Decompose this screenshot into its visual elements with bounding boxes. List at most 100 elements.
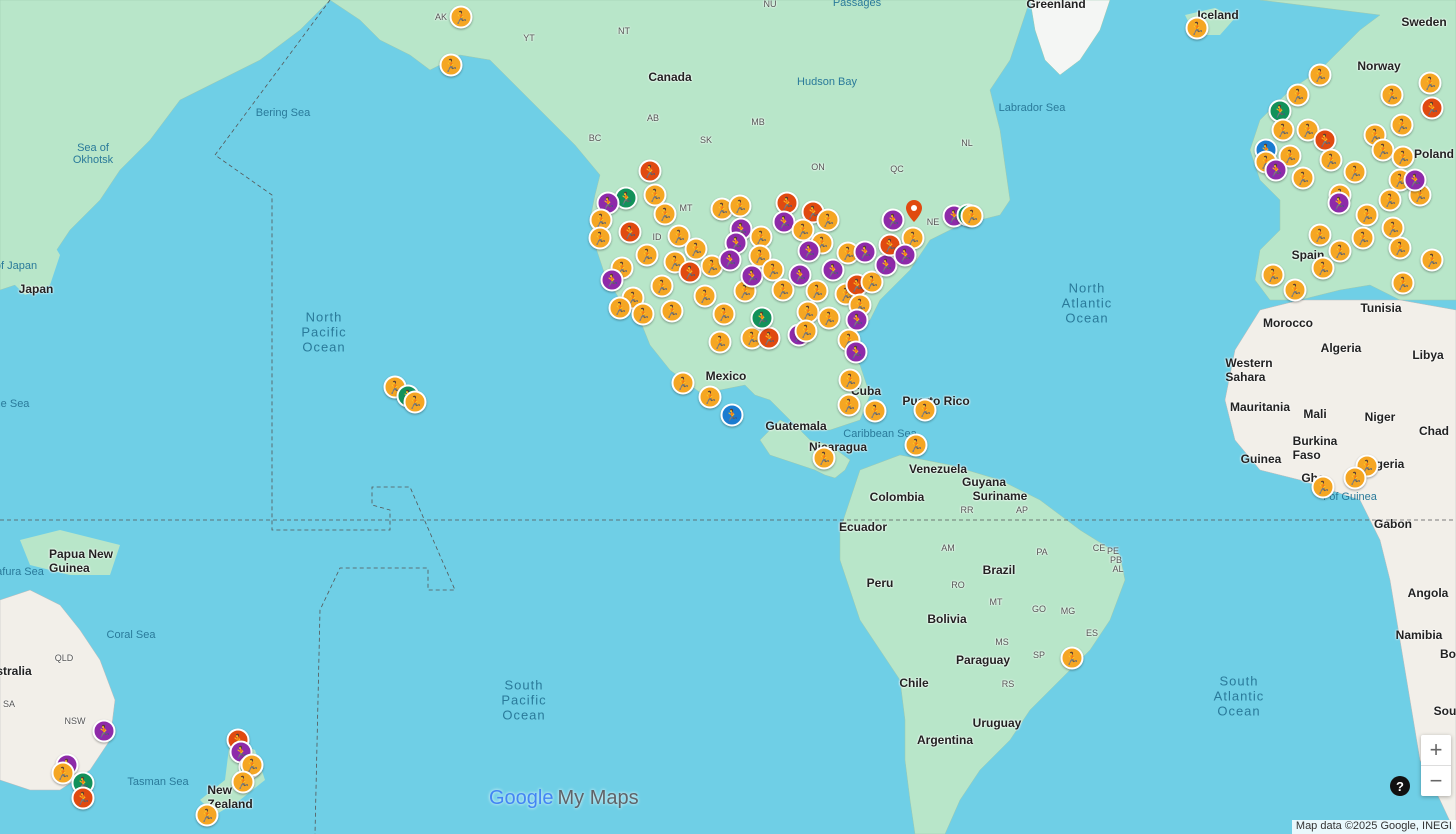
map-marker-purple-person-running-icon[interactable]: 🏃	[893, 243, 917, 267]
map-marker-purple-person-running-icon[interactable]: 🏃	[1327, 191, 1351, 215]
map-marker-purple-person-running-icon[interactable]: 🏃	[600, 268, 624, 292]
label-ne: NE	[926, 217, 940, 227]
label-chad: Chad	[1419, 424, 1449, 438]
label-north-pacific: North Pacific Ocean	[301, 309, 347, 355]
map-marker-orange-person-running-icon[interactable]: 🏃	[608, 296, 632, 320]
map-marker-orange-person-running-icon[interactable]: 🏃	[439, 53, 463, 77]
map-marker-purple-person-running-icon[interactable]: 🏃	[881, 208, 905, 232]
map-marker-orange-person-running-icon[interactable]: 🏃	[588, 226, 612, 250]
map-marker-orange-person-running-icon[interactable]: 🏃	[838, 368, 862, 392]
label-tasman-sea: Tasman Sea	[127, 776, 189, 788]
map-marker-orange-person-running-icon[interactable]: 🏃	[653, 202, 677, 226]
map-attribution[interactable]: Map data ©2025 Google, INEGI	[1291, 820, 1456, 834]
label-ab: AB	[646, 113, 660, 123]
map-marker-purple-person-running-icon[interactable]: 🏃	[92, 719, 116, 743]
label-hudson-bay: Hudson Bay	[797, 76, 857, 88]
map-marker-red-person-running-icon[interactable]: 🏃	[1420, 96, 1444, 120]
map-marker-orange-person-running-icon[interactable]: 🏃	[712, 302, 736, 326]
label-mt: MT	[679, 203, 693, 213]
label-rs: RS	[1001, 679, 1015, 689]
map-marker-purple-person-running-icon[interactable]: 🏃	[718, 248, 742, 272]
map-marker-orange-person-running-icon[interactable]: 🏃	[1343, 466, 1367, 490]
map-marker-orange-person-running-icon[interactable]: 🏃	[449, 5, 473, 29]
map-marker-orange-person-running-icon[interactable]: 🏃	[1420, 248, 1444, 272]
zoom-out-button[interactable]: −	[1421, 766, 1451, 796]
map-marker-orange-person-running-icon[interactable]: 🏃	[231, 770, 255, 794]
label-guinea: Guinea	[1240, 452, 1282, 466]
map-marker-orange-person-running-icon[interactable]: 🏃	[1380, 83, 1404, 107]
map-marker-orange-person-running-icon[interactable]: 🏃	[1391, 145, 1415, 169]
map-marker-orange-person-running-icon[interactable]: 🏃	[1283, 278, 1307, 302]
map-marker-orange-person-running-icon[interactable]: 🏃	[1328, 239, 1352, 263]
map-marker-purple-person-running-icon[interactable]: 🏃	[1264, 158, 1288, 182]
map-marker-orange-person-running-icon[interactable]: 🏃	[1418, 71, 1442, 95]
map-marker-red-person-running-icon[interactable]: 🏃	[618, 220, 642, 244]
map-marker-orange-person-running-icon[interactable]: 🏃	[1319, 148, 1343, 172]
location-pin-icon[interactable]	[906, 200, 922, 222]
map-marker-orange-person-running-icon[interactable]: 🏃	[1388, 236, 1412, 260]
map-marker-blue-person-running-icon[interactable]: 🏃	[720, 403, 744, 427]
map-marker-orange-person-running-icon[interactable]: 🏃	[913, 398, 937, 422]
label-namibia: Namibia	[1395, 628, 1443, 642]
map-marker-orange-person-running-icon[interactable]: 🏃	[1060, 646, 1084, 670]
map-marker-orange-person-running-icon[interactable]: 🏃	[812, 446, 836, 470]
map-marker-orange-person-running-icon[interactable]: 🏃	[1308, 223, 1332, 247]
map-marker-orange-person-running-icon[interactable]: 🏃	[805, 279, 829, 303]
label-chile: Chile	[899, 676, 929, 690]
map-marker-orange-person-running-icon[interactable]: 🏃	[1390, 113, 1414, 137]
map-marker-purple-person-running-icon[interactable]: 🏃	[797, 239, 821, 263]
map-marker-orange-person-running-icon[interactable]: 🏃	[1271, 118, 1295, 142]
map-marker-orange-person-running-icon[interactable]: 🏃	[403, 390, 427, 414]
map-marker-orange-person-running-icon[interactable]: 🏃	[863, 399, 887, 423]
map-marker-purple-person-running-icon[interactable]: 🏃	[740, 264, 764, 288]
label-sweden: Sweden	[1401, 15, 1447, 29]
label-gabon: Gabon	[1374, 517, 1412, 531]
map-marker-orange-person-running-icon[interactable]: 🏃	[1185, 16, 1209, 40]
map-marker-orange-person-running-icon[interactable]: 🏃	[698, 385, 722, 409]
map-marker-orange-person-running-icon[interactable]: 🏃	[1286, 83, 1310, 107]
map-marker-orange-person-running-icon[interactable]: 🏃	[1261, 263, 1285, 287]
map-marker-orange-person-running-icon[interactable]: 🏃	[195, 803, 219, 827]
map-marker-red-person-running-icon[interactable]: 🏃	[638, 159, 662, 183]
label-libya: Libya	[1412, 348, 1444, 362]
map-marker-orange-person-running-icon[interactable]: 🏃	[728, 194, 752, 218]
zoom-in-button[interactable]: +	[1421, 735, 1451, 765]
map-marker-orange-person-running-icon[interactable]: 🏃	[1311, 256, 1335, 280]
label-mb: MB	[751, 117, 765, 127]
map-marker-orange-person-running-icon[interactable]: 🏃	[635, 243, 659, 267]
map-marker-orange-person-running-icon[interactable]: 🏃	[671, 371, 695, 395]
map-marker-red-person-running-icon[interactable]: 🏃	[71, 786, 95, 810]
map-marker-red-person-running-icon[interactable]: 🏃	[757, 326, 781, 350]
label-ms: MS	[995, 637, 1009, 647]
map-marker-orange-person-running-icon[interactable]: 🏃	[817, 306, 841, 330]
map-marker-orange-person-running-icon[interactable]: 🏃	[1343, 160, 1367, 184]
map-marker-orange-person-running-icon[interactable]: 🏃	[794, 319, 818, 343]
label-sea-of-japan: of Japan	[0, 260, 38, 272]
map-marker-orange-person-running-icon[interactable]: 🏃	[960, 204, 984, 228]
map-marker-green-person-running-icon[interactable]: 🏃	[750, 306, 774, 330]
map-marker-orange-person-running-icon[interactable]: 🏃	[904, 433, 928, 457]
map-marker-orange-person-running-icon[interactable]: 🏃	[693, 284, 717, 308]
map-marker-orange-person-running-icon[interactable]: 🏃	[1351, 226, 1375, 250]
label-passages: Passages	[832, 0, 882, 9]
map-marker-orange-person-running-icon[interactable]: 🏃	[1391, 271, 1415, 295]
map-marker-orange-person-running-icon[interactable]: 🏃	[660, 299, 684, 323]
map-marker-orange-person-running-icon[interactable]: 🏃	[650, 274, 674, 298]
map-marker-orange-person-running-icon[interactable]: 🏃	[1378, 188, 1402, 212]
map-marker-purple-person-running-icon[interactable]: 🏃	[853, 240, 877, 264]
map-marker-orange-person-running-icon[interactable]: 🏃	[1308, 63, 1332, 87]
map-marker-orange-person-running-icon[interactable]: 🏃	[837, 393, 861, 417]
map-marker-orange-person-running-icon[interactable]: 🏃	[708, 330, 732, 354]
map-marker-orange-person-running-icon[interactable]: 🏃	[1291, 166, 1315, 190]
map-marker-red-person-running-icon[interactable]: 🏃	[678, 260, 702, 284]
map-marker-orange-person-running-icon[interactable]: 🏃	[631, 302, 655, 326]
map-marker-orange-person-running-icon[interactable]: 🏃	[1311, 475, 1335, 499]
help-button[interactable]: ?	[1390, 776, 1410, 796]
map-marker-orange-person-running-icon[interactable]: 🏃	[1355, 203, 1379, 227]
label-ak: AK	[434, 12, 448, 22]
map-marker-orange-person-running-icon[interactable]: 🏃	[816, 208, 840, 232]
map-marker-purple-person-running-icon[interactable]: 🏃	[1403, 168, 1427, 192]
map-marker-purple-person-running-icon[interactable]: 🏃	[844, 340, 868, 364]
label-norway: Norway	[1357, 59, 1401, 73]
label-papua-new-guinea: Papua New Guinea	[48, 547, 114, 575]
